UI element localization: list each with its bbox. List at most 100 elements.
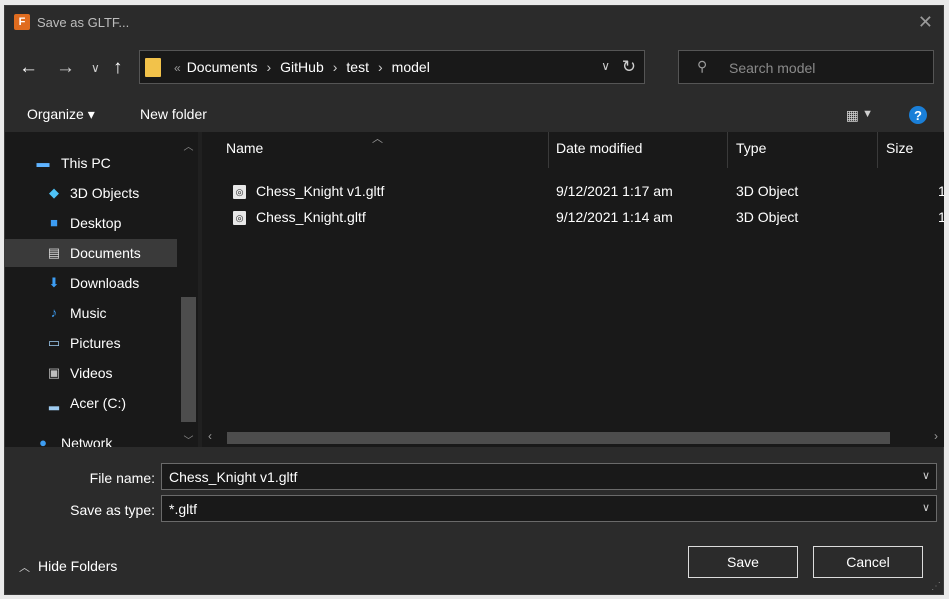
sidebar-item-this-pc[interactable]: ▬ This PC bbox=[5, 149, 177, 177]
sidebar-item-3d-objects[interactable]: ◆ 3D Objects bbox=[5, 179, 177, 207]
file-name-label: File name: bbox=[89, 470, 155, 486]
download-icon: ⬇ bbox=[48, 275, 60, 290]
file-list: ︿ Name Date modified Type Size ◎ Chess_K… bbox=[202, 132, 944, 447]
close-icon[interactable]: ✕ bbox=[918, 12, 933, 33]
hide-folders-label: Hide Folders bbox=[38, 558, 118, 574]
chevron-down-icon[interactable]: ∨ bbox=[922, 469, 930, 482]
file-name: Chess_Knight v1.gltf bbox=[256, 183, 385, 199]
column-divider[interactable] bbox=[548, 132, 549, 168]
navigation-bar: ← → ∨ ↑ « Documents › GitHub › test › model ∨ ↻… bbox=[5, 40, 943, 98]
view-dropdown-icon[interactable]: ▼ bbox=[862, 108, 873, 120]
sidebar-item-label: Pictures bbox=[70, 335, 121, 351]
window-title: Save as GLTF... bbox=[37, 15, 130, 30]
back-button[interactable]: ← bbox=[19, 58, 38, 78]
breadcrumb-model[interactable]: model bbox=[392, 59, 430, 75]
sidebar-item-acer-c[interactable]: ▂ Acer (C:) bbox=[5, 389, 177, 417]
save-as-type-value[interactable]: *.gltf bbox=[169, 501, 197, 517]
file-type: 3D Object bbox=[736, 183, 799, 199]
help-icon[interactable]: ? bbox=[909, 106, 927, 124]
breadcrumb-separator-icon[interactable]: › bbox=[333, 59, 338, 75]
sidebar-item-label: Music bbox=[70, 305, 107, 321]
save-dialog: F Save as GLTF... ✕ ← → ∨ ↑ « Documents › G… bbox=[4, 5, 944, 595]
folder-icon bbox=[145, 58, 161, 77]
search-input[interactable] bbox=[727, 57, 921, 79]
new-folder-button[interactable]: New folder bbox=[140, 106, 207, 122]
videos-icon: ▣ bbox=[47, 365, 61, 380]
horizontal-scroll-thumb[interactable] bbox=[227, 432, 890, 444]
sidebar-item-videos[interactable]: ▣ Videos bbox=[5, 359, 177, 387]
column-header-type[interactable]: Type bbox=[736, 140, 766, 156]
sidebar-scrollbar[interactable]: ︿ ﹀ bbox=[179, 132, 198, 447]
file-name: Chess_Knight.gltf bbox=[256, 209, 366, 225]
file-row[interactable]: ◎ Chess_Knight.gltf 9/12/2021 1:14 am 3D… bbox=[202, 205, 944, 231]
file-row[interactable]: ◎ Chess_Knight v1.gltf 9/12/2021 1:17 am… bbox=[202, 179, 944, 205]
sidebar-item-desktop[interactable]: ■ Desktop bbox=[5, 209, 177, 237]
hide-folders-button[interactable]: ︿ Hide Folders bbox=[19, 558, 117, 575]
horizontal-scrollbar[interactable]: ‹ › bbox=[202, 429, 944, 447]
title-bar: F Save as GLTF... ✕ bbox=[5, 6, 943, 40]
sidebar-item-label: Desktop bbox=[70, 215, 122, 231]
sidebar-item-music[interactable]: ♪ Music bbox=[5, 299, 177, 327]
sidebar-item-network[interactable]: ● Network bbox=[5, 429, 177, 447]
sidebar-scroll-thumb[interactable] bbox=[181, 297, 196, 422]
computer-icon: ▬ bbox=[36, 155, 50, 170]
sidebar-item-label: Documents bbox=[70, 245, 141, 261]
breadcrumb: « Documents › GitHub › test › model bbox=[168, 59, 430, 75]
address-dropdown-icon[interactable]: ∨ bbox=[601, 59, 610, 73]
breadcrumb-separator-icon[interactable]: › bbox=[378, 59, 383, 75]
resize-grip-icon[interactable]: ⋰ bbox=[931, 581, 941, 592]
scroll-left-icon[interactable]: ‹ bbox=[208, 429, 212, 443]
save-button[interactable]: Save bbox=[688, 546, 798, 578]
save-as-type-label: Save as type: bbox=[70, 502, 155, 518]
file-date: 9/12/2021 1:17 am bbox=[556, 183, 673, 199]
network-icon: ● bbox=[39, 435, 47, 447]
overflow-chevron-icon[interactable]: « bbox=[174, 61, 181, 75]
file-type: 3D Object bbox=[736, 209, 799, 225]
recent-locations-button[interactable]: ∨ bbox=[91, 58, 100, 78]
organize-menu[interactable]: Organize ▾ bbox=[27, 106, 95, 123]
pictures-icon: ▭ bbox=[47, 335, 61, 350]
cube-icon: ◆ bbox=[49, 185, 59, 200]
desktop-icon: ■ bbox=[50, 215, 58, 230]
column-header-date-modified[interactable]: Date modified bbox=[556, 140, 642, 156]
navigation-pane: ▬ This PC ◆ 3D Objects ■ Desktop ▤ Docum… bbox=[5, 132, 198, 447]
breadcrumb-github[interactable]: GitHub bbox=[280, 59, 324, 75]
file-name-value[interactable]: Chess_Knight v1.gltf bbox=[169, 469, 297, 485]
breadcrumb-documents[interactable]: Documents bbox=[187, 59, 258, 75]
search-icon: ⚲ bbox=[697, 58, 708, 74]
app-icon: F bbox=[14, 14, 30, 30]
sort-ascending-icon: ︿ bbox=[372, 133, 383, 145]
view-options-icon[interactable]: ▦ bbox=[846, 107, 859, 124]
scroll-right-icon[interactable]: › bbox=[934, 429, 938, 443]
address-bar[interactable]: « Documents › GitHub › test › model ∨ ↻ bbox=[139, 50, 645, 84]
cancel-button[interactable]: Cancel bbox=[813, 546, 923, 578]
sidebar-item-label: Videos bbox=[70, 365, 113, 381]
sidebar-item-downloads[interactable]: ⬇ Downloads bbox=[5, 269, 177, 297]
column-divider[interactable] bbox=[727, 132, 728, 168]
sidebar-item-label: Acer (C:) bbox=[70, 395, 126, 411]
sidebar-item-documents[interactable]: ▤ Documents bbox=[5, 239, 177, 267]
sidebar-item-pictures[interactable]: ▭ Pictures bbox=[5, 329, 177, 357]
file-name-field[interactable]: Chess_Knight v1.gltf ∨ bbox=[161, 463, 937, 490]
breadcrumb-separator-icon[interactable]: › bbox=[267, 59, 272, 75]
refresh-button[interactable]: ↻ bbox=[622, 57, 636, 77]
scroll-up-icon[interactable]: ︿ bbox=[179, 138, 198, 153]
file-date: 9/12/2021 1:14 am bbox=[556, 209, 673, 225]
scroll-down-icon[interactable]: ﹀ bbox=[179, 432, 198, 447]
column-header-name[interactable]: Name bbox=[226, 140, 263, 156]
toolbar: Organize ▾ New folder ▦ ▼ ? bbox=[5, 98, 943, 132]
chevron-up-icon: ︿ bbox=[19, 562, 30, 574]
column-header-size[interactable]: Size bbox=[886, 140, 913, 156]
search-box[interactable]: ⚲ bbox=[678, 50, 934, 84]
save-as-type-select[interactable]: *.gltf ∨ bbox=[161, 495, 937, 522]
sidebar-item-label: Downloads bbox=[70, 275, 140, 291]
up-button[interactable]: ↑ bbox=[113, 58, 123, 78]
sidebar-item-label: Network bbox=[61, 435, 113, 447]
column-divider[interactable] bbox=[877, 132, 878, 168]
forward-button[interactable]: → bbox=[56, 58, 75, 78]
chevron-down-icon[interactable]: ∨ bbox=[922, 501, 930, 514]
breadcrumb-test[interactable]: test bbox=[346, 59, 369, 75]
sidebar-item-label: This PC bbox=[61, 155, 111, 171]
drive-icon: ▂ bbox=[49, 395, 59, 410]
3d-object-file-icon: ◎ bbox=[233, 211, 246, 225]
